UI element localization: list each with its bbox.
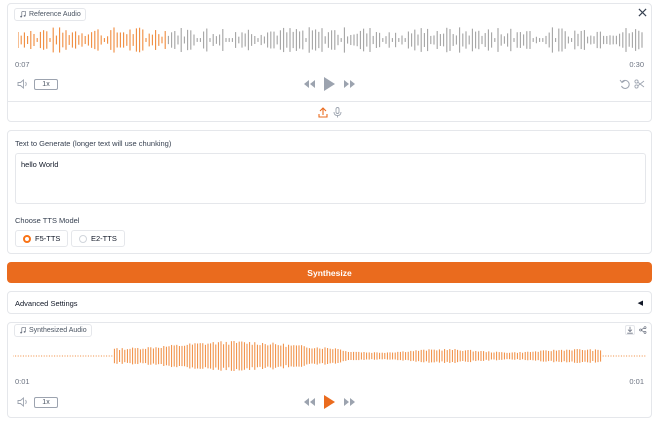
play-icon[interactable] xyxy=(322,394,336,410)
upload-icon[interactable] xyxy=(318,107,328,118)
synthesized-time-current: 0:01 xyxy=(15,377,30,386)
radio-unselected-icon xyxy=(79,234,87,243)
synthesized-audio-tag: Synthesized Audio xyxy=(14,324,92,337)
reference-time-current: 0:07 xyxy=(15,60,30,69)
text-input[interactable]: hello World xyxy=(15,153,646,204)
music-note-icon xyxy=(20,327,26,334)
synthesized-time-total: 0:01 xyxy=(629,377,644,386)
model-option-label: F5-TTS xyxy=(35,234,61,243)
reference-speed-button[interactable]: 1x xyxy=(34,79,58,90)
radio-selected-icon xyxy=(23,234,31,243)
download-icon[interactable] xyxy=(625,325,635,335)
fast-forward-icon[interactable] xyxy=(343,397,356,407)
model-option-f5-tts[interactable]: F5-TTS xyxy=(15,230,69,247)
model-option-label: E2-TTS xyxy=(91,234,117,243)
text-input-label: Text to Generate (longer text will use c… xyxy=(15,139,172,148)
undo-icon[interactable] xyxy=(619,79,630,89)
synthesized-audio-label: Synthesized Audio xyxy=(29,327,87,334)
volume-icon[interactable] xyxy=(17,397,29,407)
reference-divider xyxy=(8,101,651,102)
advanced-settings-accordion[interactable]: Advanced Settings ◀ xyxy=(7,291,652,314)
text-generation-panel: Text to Generate (longer text will use c… xyxy=(7,130,652,254)
reference-audio-tag: Reference Audio xyxy=(14,8,86,21)
reference-audio-label: Reference Audio xyxy=(29,11,81,18)
model-option-e2-tts[interactable]: E2-TTS xyxy=(71,230,125,247)
fast-forward-icon[interactable] xyxy=(343,79,356,89)
play-icon[interactable] xyxy=(322,76,336,92)
synthesize-button[interactable]: Synthesize xyxy=(7,262,652,283)
advanced-settings-label: Advanced Settings xyxy=(15,299,78,308)
close-icon[interactable] xyxy=(637,7,647,17)
model-label: Choose TTS Model xyxy=(15,216,80,225)
reference-waveform[interactable] xyxy=(18,25,643,55)
rewind-icon[interactable] xyxy=(303,79,316,89)
synthesized-waveform[interactable] xyxy=(13,341,646,371)
rewind-icon[interactable] xyxy=(303,397,316,407)
music-note-icon xyxy=(20,11,26,18)
synthesized-speed-button[interactable]: 1x xyxy=(34,397,58,408)
collapse-arrow-icon: ◀ xyxy=(637,300,643,307)
reference-audio-panel: Reference Audio 0:07 0:30 1x xyxy=(7,3,652,122)
scissors-icon[interactable] xyxy=(634,79,645,89)
volume-icon[interactable] xyxy=(17,79,29,89)
share-icon[interactable] xyxy=(638,325,648,335)
reference-time-total: 0:30 xyxy=(629,60,644,69)
synthesized-audio-panel: Synthesized Audio 0:01 0:01 1x xyxy=(7,322,652,418)
microphone-icon[interactable] xyxy=(333,107,342,118)
